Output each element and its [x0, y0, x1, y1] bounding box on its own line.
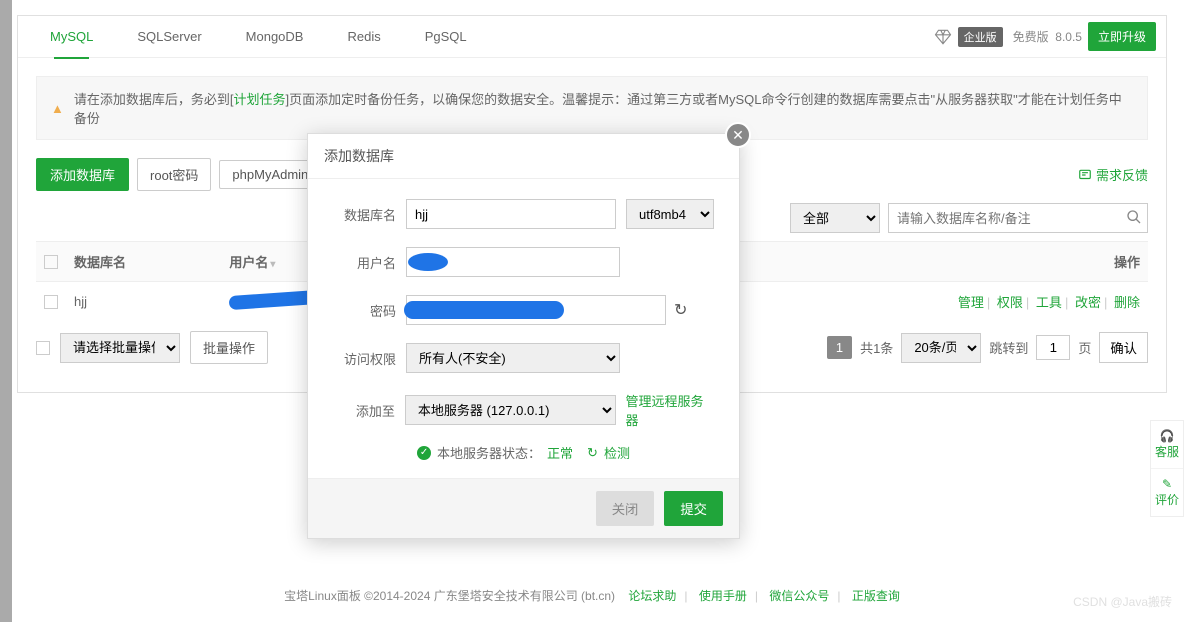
label-password: 密码 [332, 301, 396, 320]
check-circle-icon: ✓ [417, 446, 431, 460]
footer-link-manual[interactable]: 使用手册 [699, 589, 747, 603]
close-icon: ✕ [732, 127, 744, 144]
footer-link-wechat[interactable]: 微信公众号 [769, 589, 829, 603]
label-dbname: 数据库名 [332, 205, 396, 224]
headset-icon: 🎧 [1155, 429, 1179, 443]
review-button[interactable]: ✎ 评价 [1151, 469, 1183, 516]
copyright-text: 宝塔Linux面板 ©2014-2024 广东堡塔安全技术有限公司 (bt.cn… [284, 589, 615, 603]
select-permission[interactable]: 所有人(不安全) [406, 343, 620, 373]
label-username: 用户名 [332, 253, 396, 272]
side-float-panel: 🎧 客服 ✎ 评价 [1150, 420, 1184, 517]
label-addto: 添加至 [332, 401, 395, 420]
edit-icon: ✎ [1155, 477, 1179, 491]
manage-remote-server-link[interactable]: 管理远程服务器 [626, 391, 715, 429]
modal-cancel-button[interactable]: 关闭 [596, 491, 655, 526]
server-status-line: ✓ 本地服务器状态： 正常 ↻ 检测 [332, 443, 715, 462]
add-database-modal: ✕ 添加数据库 数据库名 utf8mb4 用户名 密码 [307, 133, 740, 539]
modal-overlay: ✕ 添加数据库 数据库名 utf8mb4 用户名 密码 [0, 0, 1184, 622]
footer-link-genuine[interactable]: 正版查询 [852, 589, 900, 603]
watermark: CSDN @Java搬砖 [1073, 593, 1172, 610]
footer-link-forum[interactable]: 论坛求助 [628, 589, 676, 603]
refresh-icon: ↻ [587, 445, 598, 461]
modal-title: 添加数据库 [308, 134, 739, 179]
status-value: 正常 [547, 443, 573, 462]
regenerate-password-icon[interactable]: ↻ [674, 300, 687, 320]
input-dbname[interactable] [406, 199, 616, 229]
label-permission: 访问权限 [332, 349, 396, 368]
modal-submit-button[interactable]: 提交 [664, 491, 723, 526]
select-charset[interactable]: utf8mb4 [626, 199, 714, 229]
detect-link[interactable]: 检测 [604, 443, 630, 462]
page-footer: 宝塔Linux面板 ©2014-2024 广东堡塔安全技术有限公司 (bt.cn… [0, 587, 1184, 604]
modal-close-button[interactable]: ✕ [725, 122, 751, 148]
select-server[interactable]: 本地服务器 (127.0.0.1) [405, 395, 616, 425]
support-button[interactable]: 🎧 客服 [1151, 421, 1183, 469]
